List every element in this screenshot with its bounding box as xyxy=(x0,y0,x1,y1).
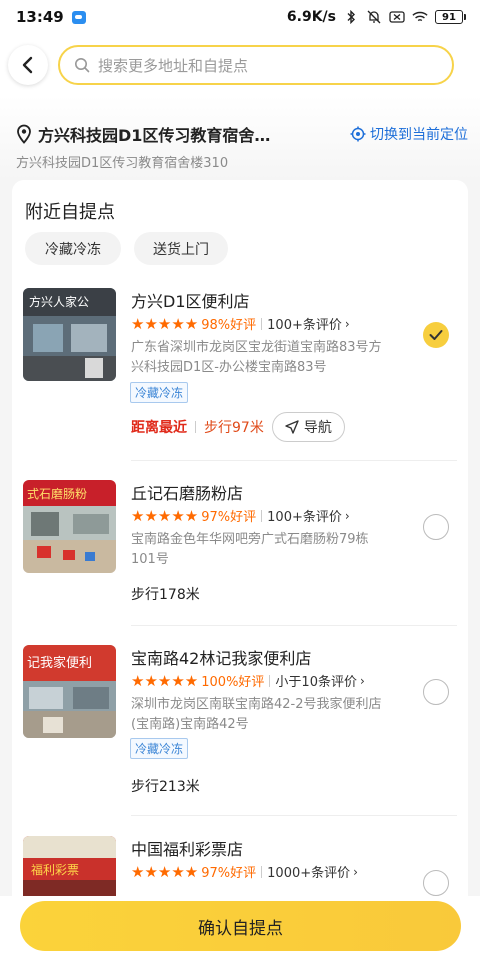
filter-chip-delivery[interactable]: 送货上门 xyxy=(134,232,228,265)
good-rate: 100%好评 xyxy=(201,675,265,690)
store-name: 丘记石磨肠粉店 xyxy=(131,484,244,503)
walk-distance: 步行178米 xyxy=(131,587,200,603)
navigate-label: 导航 xyxy=(303,420,332,436)
store-item[interactable]: 记我家便利 宝南路42林记我家便利店 ★★★★★ 100%好评 小于10条评价 … xyxy=(12,645,468,816)
nearest-label: 距离最近 xyxy=(131,420,187,436)
switch-location-button[interactable]: 切换到当前定位 xyxy=(350,124,468,144)
store-name: 方兴D1区便利店 xyxy=(131,292,250,311)
rating-stars: ★★★★★ xyxy=(131,506,199,525)
store-name: 中国福利彩票店 xyxy=(131,840,244,859)
status-bar: 13:49 6.9K/s 91 xyxy=(0,0,480,34)
rating-stars: ★★★★★ xyxy=(131,862,199,881)
store-photo: 方兴人家公 xyxy=(23,288,116,381)
distance-row: 步行178米 xyxy=(131,584,200,604)
current-address: 方兴科技园D1区传习教育宿舍… 切换到当前定位 方兴科技园D1区传习教育宿舍楼3… xyxy=(0,96,480,180)
address-title-text: 方兴科技园D1区传习教育宿舍… xyxy=(38,126,271,145)
header: 搜索更多地址和自提点 xyxy=(0,34,480,96)
rating-stars: ★★★★★ xyxy=(131,314,199,333)
store-sign-text: 福利彩票 xyxy=(31,862,79,877)
battery-icon: 91 xyxy=(435,10,466,24)
mute-bell-icon xyxy=(366,10,382,24)
pickup-points-card: 附近自提点 冷藏冷冻 送货上门 方兴人家公 方兴D1区便利店 ★★★★★ 98%… xyxy=(12,180,468,896)
status-time: 13:49 xyxy=(16,8,64,26)
store-item[interactable]: 式石磨肠粉 丘记石磨肠粉店 ★★★★★ 97%好评 100+条评价 › 宝南路金… xyxy=(12,480,468,626)
chevron-right-icon: › xyxy=(353,864,358,879)
rating-stars: ★★★★★ xyxy=(131,671,199,690)
store-address: 宝南路金色年华网吧旁广式石磨肠粉79栋101号 xyxy=(131,532,369,567)
chevron-right-icon: › xyxy=(344,316,350,331)
cold-storage-tag: 冷藏冷冻 xyxy=(130,738,189,759)
distance-row: 步行213米 xyxy=(131,776,200,796)
store-rating[interactable]: ★★★★★ 97%好评 100+条评价 › xyxy=(131,506,350,526)
store-sign-text: 记我家便利 xyxy=(27,655,92,671)
store-item[interactable]: 方兴人家公 方兴D1区便利店 ★★★★★ 98%好评 100+条评价 › 广东省… xyxy=(12,288,468,461)
store-sign-text: 方兴人家公 xyxy=(29,294,89,309)
switch-location-label: 切换到当前定位 xyxy=(370,127,468,143)
store-select-radio[interactable] xyxy=(423,514,449,540)
bluetooth-icon xyxy=(343,10,359,24)
search-placeholder: 搜索更多地址和自提点 xyxy=(98,56,249,75)
store-rating[interactable]: ★★★★★ 100%好评 小于10条评价 › xyxy=(131,671,365,691)
distance-row: 距离最近 步行97米 导航 xyxy=(131,412,345,442)
store-photo: 记我家便利 xyxy=(23,645,116,738)
locate-target-icon xyxy=(350,126,366,142)
net-speed: 6.9K/s xyxy=(286,9,336,25)
store-address: 广东省深圳市龙岗区宝龙街道宝南路83号方兴科技园D1区-办公楼宝南路83号 xyxy=(131,340,382,375)
search-icon xyxy=(75,58,90,73)
address-title[interactable]: 方兴科技园D1区传习教育宿舍… xyxy=(16,122,270,146)
store-photo: 式石磨肠粉 xyxy=(23,480,116,573)
store-select-radio[interactable] xyxy=(423,322,449,348)
chevron-right-icon: › xyxy=(359,673,365,688)
cold-storage-tag: 冷藏冷冻 xyxy=(130,382,189,403)
sim-off-icon xyxy=(389,10,405,24)
store-address: 深圳市龙岗区南联宝南路42-2号我家便利店(宝南路)宝南路42号 xyxy=(131,697,382,732)
good-rate: 98%好评 xyxy=(201,318,257,333)
store-name: 宝南路42林记我家便利店 xyxy=(131,649,312,668)
good-rate: 97%好评 xyxy=(201,866,257,881)
navigate-button[interactable]: 导航 xyxy=(271,412,345,442)
review-count: 小于10条评价 xyxy=(275,675,357,690)
location-pin-icon xyxy=(17,124,31,144)
search-input[interactable]: 搜索更多地址和自提点 xyxy=(58,45,454,85)
navigate-arrow-icon xyxy=(285,420,299,434)
walk-distance: 步行213米 xyxy=(131,779,200,795)
confirm-pickup-button[interactable]: 确认自提点 xyxy=(20,901,461,951)
check-icon xyxy=(429,330,443,340)
back-button[interactable] xyxy=(8,45,48,85)
app-notification-icon xyxy=(71,10,86,24)
review-count: 100+条评价 xyxy=(267,510,342,525)
store-rating[interactable]: ★★★★★ 98%好评 100+条评价 › xyxy=(131,314,350,334)
store-select-radio[interactable] xyxy=(423,679,449,705)
chevron-left-icon xyxy=(22,56,33,74)
review-count: 1000+条评价 xyxy=(267,866,351,881)
store-rating[interactable]: ★★★★★ 97%好评 1000+条评价 › xyxy=(131,862,358,882)
chevron-right-icon: › xyxy=(344,508,350,523)
store-photo: 福利彩票 xyxy=(23,836,116,896)
store-item[interactable]: 福利彩票 中国福利彩票店 ★★★★★ 97%好评 1000+条评价 › xyxy=(12,836,468,896)
filter-chip-cold[interactable]: 冷藏冷冻 xyxy=(25,232,121,265)
good-rate: 97%好评 xyxy=(201,510,257,525)
bottom-bar: 确认自提点 xyxy=(0,896,480,960)
review-count: 100+条评价 xyxy=(267,318,342,333)
store-sign-text: 式石磨肠粉 xyxy=(27,487,87,501)
store-select-radio[interactable] xyxy=(423,870,449,896)
battery-level: 91 xyxy=(435,10,463,24)
walk-distance: 步行97米 xyxy=(204,420,264,436)
address-subtitle: 方兴科技园D1区传习教育宿舍楼310 xyxy=(16,156,229,171)
card-title: 附近自提点 xyxy=(25,202,115,223)
wifi-icon xyxy=(412,10,428,24)
